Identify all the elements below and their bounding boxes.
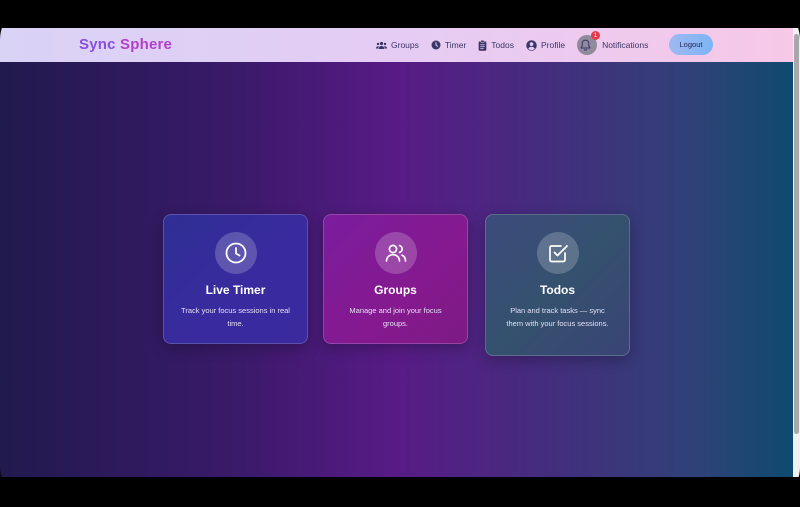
todos-title: Todos xyxy=(539,283,576,297)
brand-logo[interactable]: Sync Sphere xyxy=(79,36,172,53)
users-icon xyxy=(376,41,387,49)
device-frame: Sync Sphere Groups Timer Todos Profile 1… xyxy=(0,0,800,507)
scrollbar-thumb[interactable] xyxy=(794,34,799,434)
clock-icon xyxy=(431,40,441,50)
todos-icon-wrap xyxy=(536,232,579,274)
live-timer-description: Track your focus sessions in real time. xyxy=(181,306,290,328)
nav-notifications-link[interactable]: 1 Notifications xyxy=(577,31,649,55)
nav-timer-link[interactable]: Timer xyxy=(431,40,466,50)
live-timer-icon-wrap xyxy=(214,232,257,274)
nav-timer-label: Timer xyxy=(444,40,467,50)
checkbox-icon xyxy=(548,245,568,263)
nav-links: Groups Timer Todos Profile 1 Notificatio… xyxy=(376,28,648,62)
groups-description: Manage and join your focus groups. xyxy=(349,306,442,328)
app-viewport: Sync Sphere Groups Timer Todos Profile 1… xyxy=(0,28,793,477)
groups-title: Groups xyxy=(374,283,417,297)
top-navbar: Sync Sphere Groups Timer Todos Profile 1… xyxy=(0,28,793,62)
nav-groups-link[interactable]: Groups xyxy=(376,40,419,50)
brand-name-part1: Sync xyxy=(79,36,121,53)
live-timer-card[interactable]: Live Timer Track your focus sessions in … xyxy=(163,214,308,344)
todos-description: Plan and track tasks — sync them with yo… xyxy=(506,306,609,328)
nav-notifications-label: Notifications xyxy=(602,40,649,50)
nav-profile-label: Profile xyxy=(540,40,566,50)
notification-count-badge: 1 xyxy=(591,31,601,40)
groups-icon-wrap xyxy=(374,232,417,274)
clock-icon xyxy=(225,242,246,264)
live-timer-title: Live Timer xyxy=(205,283,266,297)
nav-todos-link[interactable]: Todos xyxy=(478,39,514,51)
nav-groups-label: Groups xyxy=(391,40,419,50)
page-scrollbar[interactable] xyxy=(793,28,800,477)
todos-card[interactable]: Todos Plan and track tasks — sync them w… xyxy=(485,214,630,356)
clipboard-icon xyxy=(478,39,487,51)
notification-bell-button[interactable]: 1 xyxy=(577,31,601,55)
users-icon xyxy=(385,244,406,262)
logout-button[interactable]: Logout xyxy=(669,34,713,55)
bell-icon xyxy=(580,39,590,51)
nav-todos-label: Todos xyxy=(491,40,514,50)
user-circle-icon xyxy=(526,39,537,51)
nav-profile-link[interactable]: Profile xyxy=(526,39,566,51)
brand-name-part2: Sphere xyxy=(120,36,173,53)
groups-card[interactable]: Groups Manage and join your focus groups… xyxy=(323,214,468,344)
